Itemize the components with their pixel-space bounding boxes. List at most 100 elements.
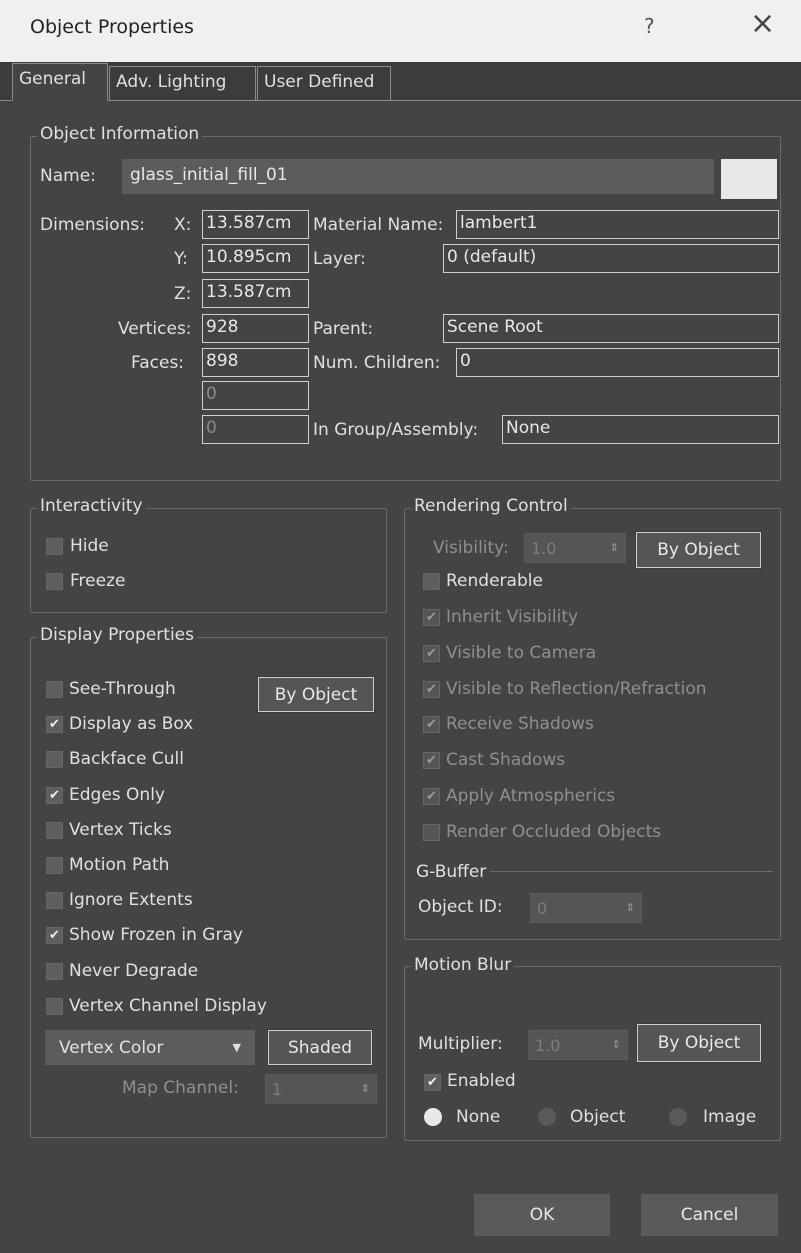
name-field[interactable]: glass_initial_fill_01 [122,159,714,194]
rendering-checkbox[interactable]: ✔ [423,788,440,805]
radio-image[interactable] [669,1108,687,1126]
display-checkbox[interactable] [46,822,63,839]
spinner-arrows-icon: ⇕ [360,1081,370,1095]
spinner-arrows-icon: ⇕ [611,1037,621,1051]
display-checkbox[interactable] [46,681,63,698]
help-button[interactable]: ? [644,14,655,38]
shaded-button[interactable]: Shaded [267,1029,373,1066]
extra-count-field-1: 0 [202,381,309,410]
dimensions-label: Dimensions: [40,215,145,235]
radio-image-label: Image [703,1107,757,1127]
spinner-arrows-icon: ⇕ [625,900,635,914]
check-icon: ✔ [49,788,60,803]
display-checkbox-label: Edges Only [69,785,165,805]
multiplier-spinner[interactable]: 1.0 ⇕ [528,1030,628,1060]
freeze-label: Freeze [70,571,126,591]
material-name-label: Material Name: [313,215,444,235]
rendering-checkbox[interactable]: ✔ [423,716,440,733]
visibility-label: Visibility: [433,538,509,558]
vertex-channel-dropdown[interactable]: Vertex Color ▼ [45,1030,255,1065]
tab-adv-lighting[interactable]: Adv. Lighting [109,66,256,100]
check-icon: ✔ [426,646,437,661]
display-properties-title: Display Properties [37,625,197,645]
multiplier-label: Multiplier: [418,1034,503,1054]
gbuffer-divider [488,871,773,872]
rendering-checkbox-label: Cast Shadows [446,750,566,770]
object-color-swatch[interactable] [721,159,777,199]
parent-label: Parent: [313,319,374,339]
check-icon: ✔ [426,753,437,768]
display-checkbox[interactable] [46,892,63,909]
close-button[interactable]: × [750,9,775,39]
display-checkbox-label: Vertex Ticks [69,820,172,840]
radio-none-label: None [456,1107,501,1127]
window-title: Object Properties [30,16,194,38]
radio-none[interactable] [424,1108,442,1126]
map-channel-spinner[interactable]: 1 ⇕ [265,1074,377,1104]
motion-blur-by-object-button[interactable]: By Object [636,1023,762,1063]
num-children-label: Num. Children: [313,353,441,373]
rendering-checkbox-label: Visible to Reflection/Refraction [446,679,707,699]
rendering-checkbox-label: Render Occluded Objects [446,822,662,842]
rendering-checkbox[interactable] [423,824,440,841]
rendering-by-object-button[interactable]: By Object [635,531,762,569]
spinner-arrows-icon: ⇕ [609,540,619,554]
name-label: Name: [40,166,96,186]
dimension-y-label: Y: [174,249,188,269]
tab-general[interactable]: General [12,63,108,101]
dimension-y-value: 10.895cm [202,244,309,273]
rendering-checkbox-label: Inherit Visibility [446,607,579,627]
renderable-label: Renderable [446,571,543,591]
rendering-checkbox[interactable]: ✔ [423,609,440,626]
hide-label: Hide [70,536,109,556]
display-checkbox-label: Ignore Extents [69,890,193,910]
interactivity-group [30,508,387,613]
chevron-down-icon: ▼ [232,1041,241,1054]
ok-button[interactable]: OK [474,1194,610,1236]
extra-count-field-2: 0 [202,415,309,444]
rendering-checkbox[interactable]: ✔ [423,645,440,662]
parent-value: Scene Root [443,314,779,343]
renderable-checkbox[interactable] [423,573,440,590]
cancel-button[interactable]: Cancel [641,1194,778,1236]
display-checkbox[interactable]: ✔ [46,787,63,804]
vertices-label: Vertices: [118,319,192,339]
rendering-checkbox[interactable]: ✔ [423,681,440,698]
rendering-checkbox-label: Visible to Camera [446,643,597,663]
map-channel-label: Map Channel: [122,1078,239,1098]
rendering-checkbox[interactable]: ✔ [423,752,440,769]
display-checkbox[interactable] [46,751,63,768]
radio-object[interactable] [538,1108,556,1126]
faces-label: Faces: [131,353,185,373]
layer-label: Layer: [313,249,366,269]
visibility-value: 1.0 [531,538,557,558]
display-checkbox[interactable]: ✔ [46,716,63,733]
in-group-label: In Group/Assembly: [313,420,479,440]
rendering-checkbox-label: Receive Shadows [446,714,594,734]
rendering-checkbox-label: Apply Atmospherics [446,786,616,806]
display-checkbox-label: Never Degrade [69,961,199,981]
check-icon: ✔ [426,789,437,804]
tab-user-defined[interactable]: User Defined [257,66,391,100]
freeze-checkbox[interactable] [46,573,63,590]
display-checkbox[interactable]: ✔ [46,927,63,944]
display-checkbox[interactable] [46,963,63,980]
display-checkbox-label: See-Through [69,679,176,699]
display-checkbox-label: Motion Path [69,855,170,875]
dimension-z-value: 13.587cm [202,279,309,308]
display-checkbox-label: Backface Cull [69,749,184,769]
object-id-label: Object ID: [418,897,503,917]
interactivity-title: Interactivity [37,496,146,516]
motion-blur-title: Motion Blur [411,955,515,975]
display-checkbox-label: Vertex Channel Display [69,996,267,1016]
hide-checkbox[interactable] [46,538,63,555]
display-checkbox[interactable] [46,998,63,1015]
visibility-spinner[interactable]: 1.0 ⇕ [524,533,626,563]
dimension-z-label: Z: [174,284,192,304]
object-id-spinner[interactable]: 0 ⇕ [530,893,642,923]
display-checkbox[interactable] [46,857,63,874]
check-icon: ✔ [49,717,60,732]
display-by-object-button[interactable]: By Object [257,676,375,713]
object-information-title: Object Information [37,124,203,144]
enabled-checkbox[interactable]: ✔ [424,1074,441,1091]
